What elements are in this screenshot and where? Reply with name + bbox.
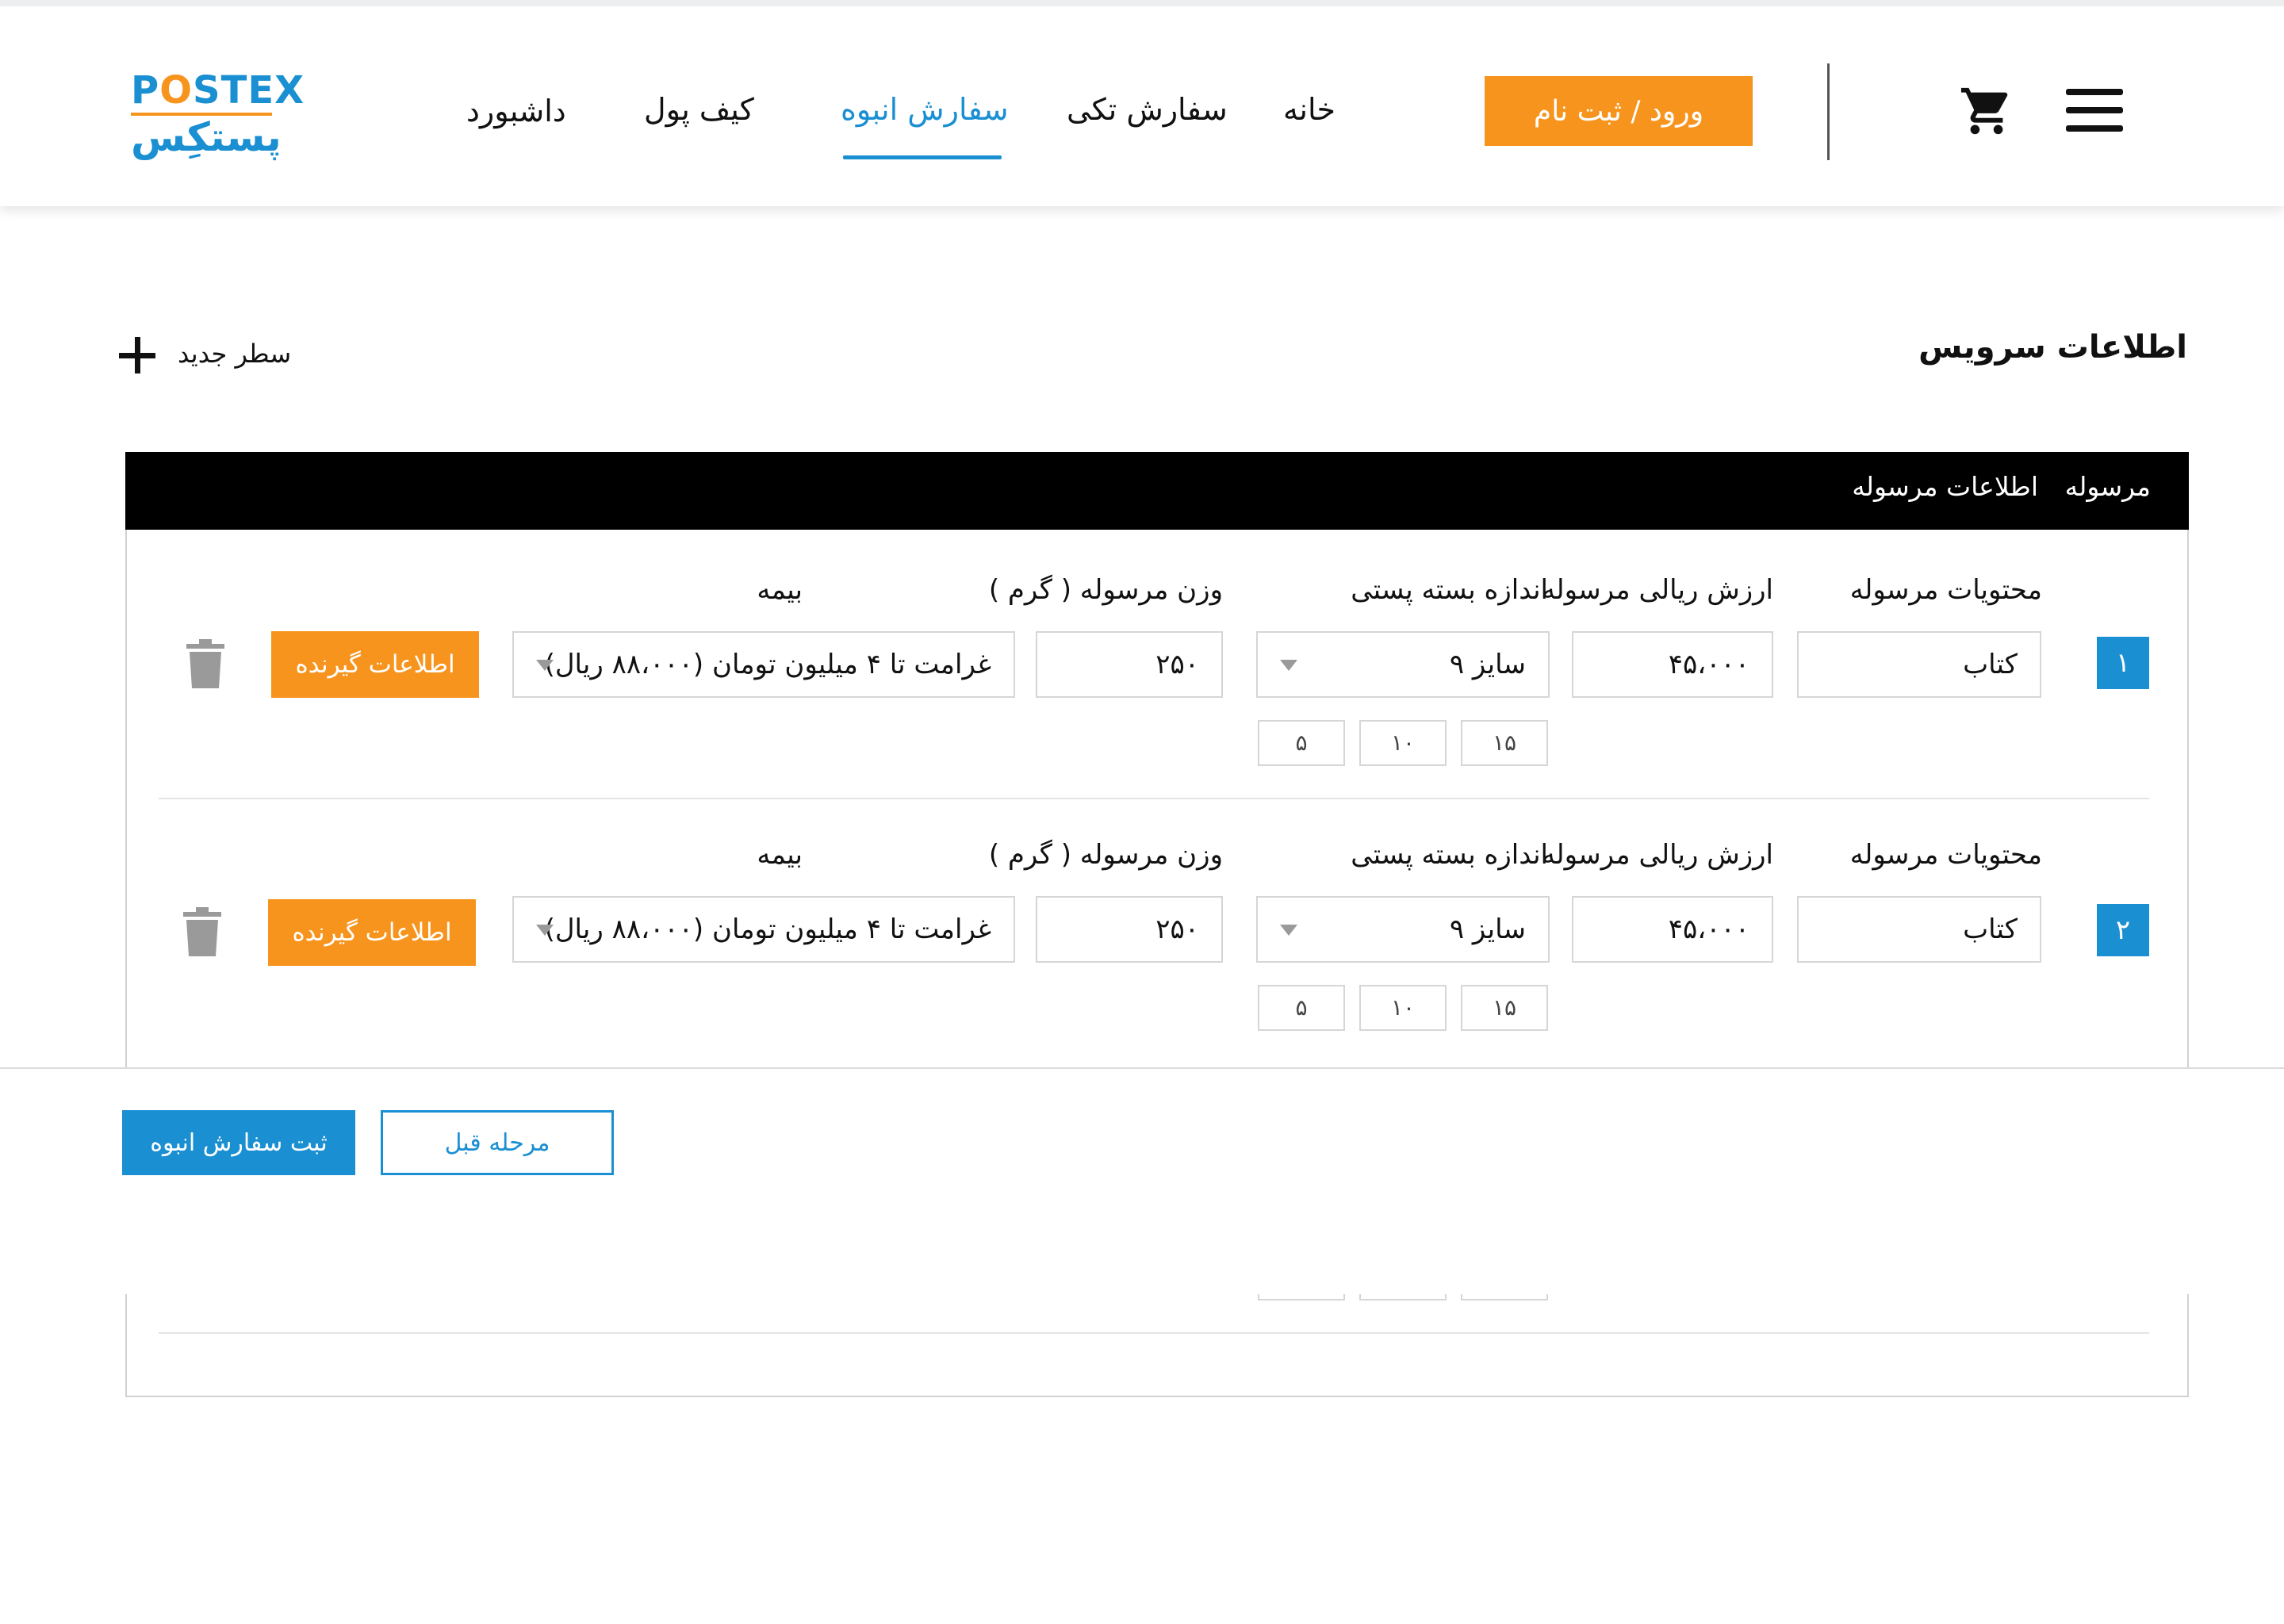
nav-bulk-order[interactable]: سفارش انبوه	[841, 92, 1009, 127]
weight-input[interactable]: ۲۵۰	[1036, 631, 1223, 698]
nav-wallet[interactable]: کیف پول	[644, 92, 754, 127]
receiver-info-button[interactable]: اطلاعات گیرنده	[268, 899, 476, 966]
header-divider	[1827, 63, 1830, 160]
label-contents: محتویات مرسوله	[1849, 574, 2042, 606]
contents-input[interactable]: کتاب	[1797, 631, 2041, 698]
menu-icon[interactable]	[2066, 89, 2123, 132]
value-input[interactable]: ۴۵،۰۰۰	[1572, 631, 1773, 698]
label-contents: محتویات مرسوله	[1849, 839, 2042, 871]
dim-length-chip[interactable]: ۱۵	[1461, 985, 1548, 1031]
label-size: اندازه بسته پستی	[1351, 574, 1548, 606]
weight-input[interactable]: ۲۵۰	[1036, 896, 1223, 963]
label-weight: وزن مرسوله ( گرم )	[988, 839, 1223, 871]
nav-home[interactable]: خانه	[1283, 92, 1336, 127]
contents-input[interactable]: کتاب	[1797, 896, 2041, 963]
dim-height-chip[interactable]: ۵	[1258, 985, 1345, 1031]
section-title: اطلاعات سرویس	[1918, 329, 2187, 366]
row-number: ۲	[2097, 904, 2149, 956]
row-number: ۱	[2097, 637, 2149, 689]
dim-width-chip[interactable]: ۱۰	[1359, 720, 1447, 766]
nav-dashboard[interactable]: داشبورد	[466, 94, 566, 128]
trash-icon[interactable]	[186, 639, 224, 688]
label-weight: وزن مرسوله ( گرم )	[988, 574, 1223, 606]
footer-action-bar	[0, 1067, 2284, 1294]
label-insurance: بیمه	[757, 839, 803, 871]
table-header: مرسوله اطلاعات مرسوله	[125, 452, 2189, 530]
insurance-select[interactable]: غرامت تا ۴ میلیون تومان (۸۸،۰۰۰ ریال)	[512, 631, 1015, 698]
size-select[interactable]: سایز ۹	[1256, 631, 1550, 698]
header-parcel-info: اطلاعات مرسوله	[1852, 471, 2038, 502]
submit-bulk-order-button[interactable]: ثبت سفارش انبوه	[122, 1110, 355, 1175]
dim-height-chip[interactable]: ۵	[1258, 720, 1345, 766]
dim-length-chip[interactable]: ۱۵	[1461, 720, 1548, 766]
size-select[interactable]: سایز ۹	[1256, 896, 1550, 963]
insurance-select-value: غرامت تا ۴ میلیون تومان (۸۸،۰۰۰ ریال)	[544, 649, 991, 680]
chevron-down-icon	[1280, 660, 1297, 671]
value-input[interactable]: ۴۵،۰۰۰	[1572, 896, 1773, 963]
insurance-select[interactable]: غرامت تا ۴ میلیون تومان (۸۸،۰۰۰ ریال)	[512, 896, 1015, 963]
row-divider	[159, 798, 2149, 799]
trash-icon[interactable]	[183, 907, 221, 956]
label-insurance: بیمه	[757, 574, 803, 606]
dim-width-chip[interactable]: ۱۰	[1359, 985, 1447, 1031]
row-divider	[159, 1332, 2149, 1334]
active-tab-indicator	[843, 155, 1002, 159]
size-select-value: سایز ۹	[1449, 914, 1526, 945]
chevron-down-icon	[536, 925, 554, 936]
logo-latin-text: POSTEX	[131, 68, 305, 113]
header-parcel: مرسوله	[2064, 471, 2151, 502]
label-value: ارزش ریالی مرسوله	[1542, 574, 1773, 606]
size-select-value: سایز ۹	[1449, 649, 1526, 680]
chevron-down-icon	[536, 660, 554, 671]
insurance-select-value: غرامت تا ۴ میلیون تومان (۸۸،۰۰۰ ریال)	[544, 914, 991, 945]
login-register-button[interactable]: ورود / ثبت نام	[1485, 76, 1753, 146]
label-size: اندازه بسته پستی	[1351, 839, 1548, 871]
label-value: ارزش ریالی مرسوله	[1542, 839, 1773, 871]
add-new-row-label: سطر جدید	[178, 339, 292, 369]
postex-logo[interactable]: POSTEX پستکِس	[131, 68, 304, 160]
plus-icon	[119, 337, 155, 373]
logo-persian-text: پستکِس	[131, 114, 282, 160]
top-header: POSTEX پستکِس خانه سفارش تکی سفارش انبوه…	[0, 0, 2284, 206]
nav-single-order[interactable]: سفارش تکی	[1067, 92, 1228, 127]
chevron-down-icon	[1280, 925, 1297, 936]
cart-icon[interactable]	[1959, 82, 2014, 140]
receiver-info-button[interactable]: اطلاعات گیرنده	[271, 631, 479, 698]
previous-step-button[interactable]: مرحله قبل	[381, 1110, 614, 1175]
